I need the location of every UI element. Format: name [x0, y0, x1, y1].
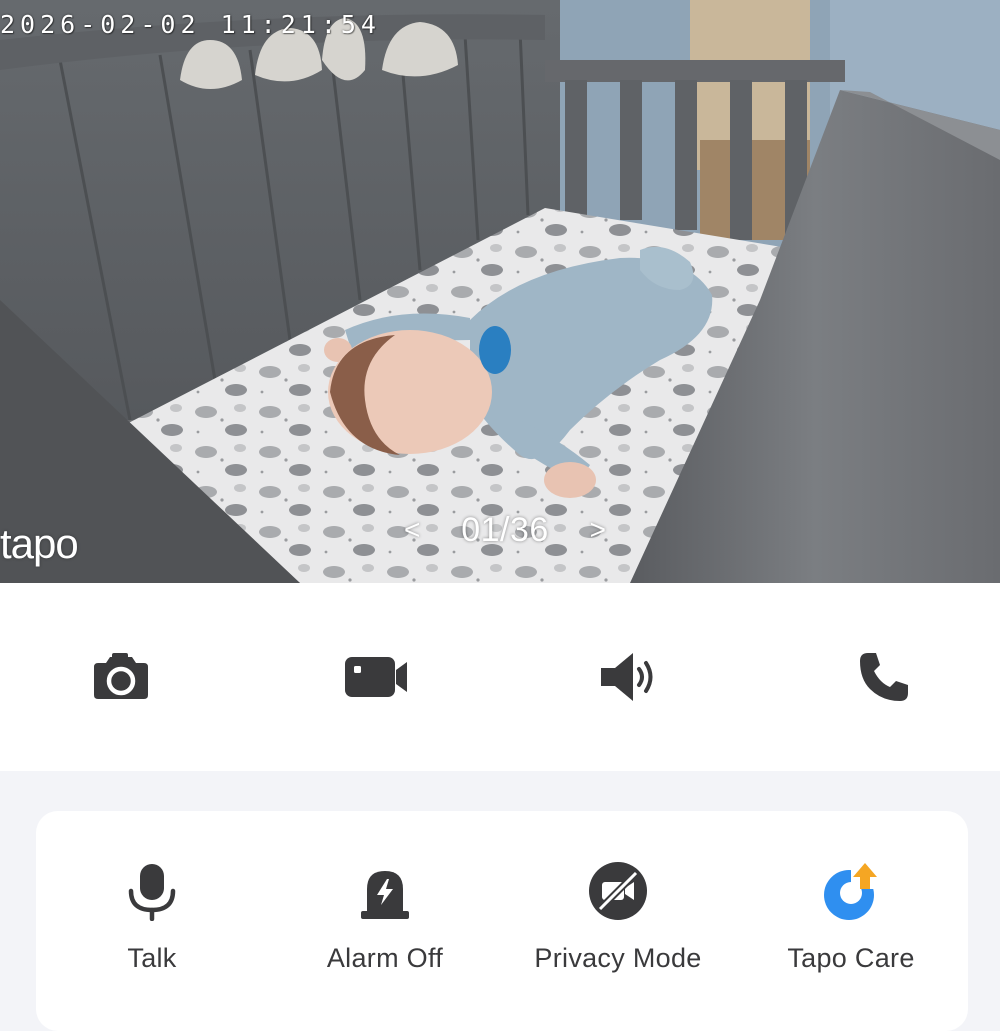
- privacy-mode-label: Privacy Mode: [534, 943, 702, 973]
- timestamp-overlay: 2026-02-02 11:21:54: [0, 10, 381, 39]
- tapo-care-icon: [824, 863, 879, 920]
- record-button[interactable]: [344, 649, 408, 705]
- clip-pager: < 01/36 >: [400, 508, 610, 552]
- speaker-icon: [601, 653, 653, 701]
- alarm-toggle-button[interactable]: Alarm Off: [269, 851, 501, 991]
- previous-clip-button[interactable]: <: [400, 514, 424, 546]
- quick-actions-bar: [0, 583, 1000, 771]
- tapo-care-label: Tapo Care: [787, 943, 915, 973]
- alarm-label: Alarm Off: [326, 943, 444, 973]
- features-card: Talk Alarm Off Privacy Mode Tapo Care: [36, 811, 968, 1031]
- alarm-icon: [361, 871, 409, 919]
- camera-image: [0, 0, 1000, 583]
- tapo-watermark: tapo: [0, 520, 79, 567]
- call-button[interactable]: [852, 649, 916, 705]
- privacy-mode-icon: [589, 862, 647, 920]
- privacy-mode-button[interactable]: Privacy Mode: [502, 851, 734, 991]
- talk-button[interactable]: Talk: [36, 851, 268, 991]
- phone-icon: [860, 653, 908, 701]
- camera-feed[interactable]: 2026-02-02 11:21:54 tapo < 01/36 >: [0, 0, 1000, 583]
- sound-button[interactable]: [596, 649, 660, 705]
- talk-label: Talk: [127, 943, 177, 973]
- tapo-care-button[interactable]: Tapo Care: [735, 851, 967, 991]
- video-camera-icon: [345, 657, 407, 697]
- clip-counter: 01/36: [461, 510, 549, 549]
- next-clip-button[interactable]: >: [586, 514, 610, 546]
- camera-icon: [94, 653, 148, 699]
- snapshot-button[interactable]: [89, 649, 153, 705]
- microphone-icon: [128, 864, 176, 921]
